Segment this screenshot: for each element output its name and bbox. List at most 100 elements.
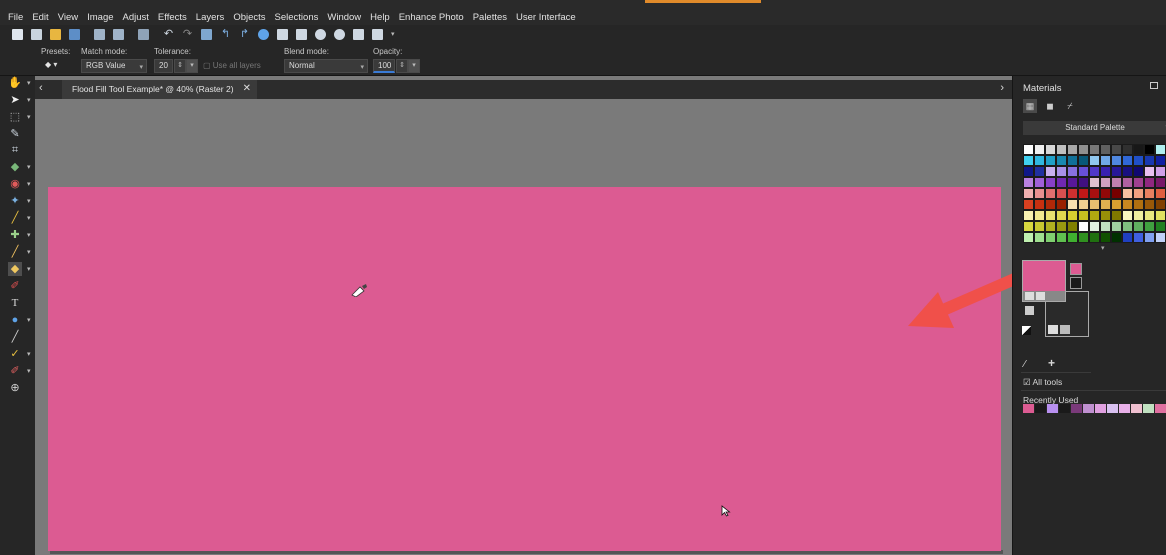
palette-swatch[interactable] <box>1144 166 1155 177</box>
palette-swatch[interactable] <box>1078 177 1089 188</box>
palette-swatch[interactable] <box>1067 210 1078 221</box>
palette-swatch[interactable] <box>1023 221 1034 232</box>
menu-palettes[interactable]: Palettes <box>473 12 507 23</box>
menu-user-interface[interactable]: User Interface <box>516 12 576 23</box>
palette-swatch[interactable] <box>1144 221 1155 232</box>
actual-size-icon[interactable] <box>353 28 364 40</box>
menu-view[interactable]: View <box>58 12 78 23</box>
palette-swatch[interactable] <box>1067 144 1078 155</box>
palette-swatch[interactable] <box>1122 166 1133 177</box>
recent-swatch[interactable] <box>1083 404 1094 413</box>
palette-swatch[interactable] <box>1045 221 1056 232</box>
recent-swatch[interactable] <box>1107 404 1118 413</box>
palette-swatch[interactable] <box>1122 232 1133 243</box>
palette-swatch[interactable] <box>1089 177 1100 188</box>
background-color-chip[interactable] <box>1070 277 1082 289</box>
palette-swatch[interactable] <box>1144 232 1155 243</box>
full-screen-icon[interactable] <box>296 28 307 40</box>
palette-swatch[interactable] <box>1078 210 1089 221</box>
straighten-tool-icon[interactable]: ◆ <box>8 160 22 174</box>
palette-swatch[interactable] <box>1056 221 1067 232</box>
all-tools-checkbox[interactable]: ☑ All tools <box>1023 377 1062 388</box>
palette-swatch[interactable] <box>1100 232 1111 243</box>
palette-swatch[interactable] <box>1089 199 1100 210</box>
palette-swatch[interactable] <box>1045 144 1056 155</box>
palette-swatch[interactable] <box>1111 144 1122 155</box>
palette-swatch[interactable] <box>1133 188 1144 199</box>
palette-swatch[interactable] <box>1067 177 1078 188</box>
recent-swatch[interactable] <box>1023 404 1034 413</box>
palette-swatch[interactable] <box>1056 177 1067 188</box>
pattern-icon[interactable] <box>1060 325 1070 334</box>
palette-swatch[interactable] <box>1089 188 1100 199</box>
menu-file[interactable]: File <box>8 12 23 23</box>
palette-swatch[interactable] <box>1155 155 1166 166</box>
palette-swatch[interactable] <box>1034 166 1045 177</box>
palette-swatch[interactable] <box>1122 221 1133 232</box>
menu-selections[interactable]: Selections <box>275 12 319 23</box>
palette-swatch[interactable] <box>1144 144 1155 155</box>
palette-swatch[interactable] <box>1144 210 1155 221</box>
palette-swatch[interactable] <box>1023 144 1034 155</box>
palette-swatch[interactable] <box>1111 188 1122 199</box>
palette-swatch[interactable] <box>1067 232 1078 243</box>
palette-swatch[interactable] <box>1078 166 1089 177</box>
palette-swatch[interactable] <box>1111 177 1122 188</box>
foreground-material-swatch[interactable] <box>1022 260 1066 302</box>
chevron-right-icon[interactable]: › <box>1000 82 1004 94</box>
palette-swatch[interactable] <box>1155 210 1166 221</box>
recent-swatch[interactable] <box>1095 404 1106 413</box>
palette-swatch[interactable] <box>1056 155 1067 166</box>
image-canvas[interactable] <box>48 187 1001 551</box>
palette-select[interactable]: Standard Palette ▾ <box>1023 121 1166 135</box>
recent-swatch[interactable] <box>1047 404 1058 413</box>
edit-material-icon[interactable]: ⁄ <box>1024 359 1026 370</box>
palette-swatch[interactable] <box>1122 199 1133 210</box>
presets-dropdown[interactable]: ◆ ▾ <box>41 59 68 73</box>
palette-swatch[interactable] <box>1122 155 1133 166</box>
pan-tool-icon[interactable]: ✋ <box>8 76 22 90</box>
opacity-stepper[interactable]: ⇕ <box>396 59 408 73</box>
warp-brush-icon[interactable]: ✚ <box>8 228 22 242</box>
open-folder-icon[interactable] <box>50 28 61 40</box>
eraser-tool-icon[interactable]: ✐ <box>8 364 22 378</box>
palette-swatch[interactable] <box>1111 221 1122 232</box>
palette-swatch[interactable] <box>1089 232 1100 243</box>
palette-swatch[interactable] <box>1100 199 1111 210</box>
crop-to-selection-icon[interactable] <box>201 28 212 40</box>
palette-swatch[interactable] <box>1144 188 1155 199</box>
palette-swatch[interactable] <box>1155 177 1166 188</box>
palette-swatch[interactable] <box>1023 199 1034 210</box>
browse-icon[interactable] <box>69 28 80 40</box>
pen-tool-icon[interactable]: ╱ <box>8 330 22 344</box>
recent-swatch[interactable] <box>1071 404 1082 413</box>
palette-swatch[interactable] <box>1045 188 1056 199</box>
add-tool-icon[interactable]: ⊕ <box>8 381 22 395</box>
palette-swatch[interactable] <box>1100 188 1111 199</box>
palette-swatch[interactable] <box>1056 188 1067 199</box>
dropdown-arrow-icon[interactable]: ▾ <box>391 29 402 40</box>
palette-swatch[interactable] <box>1089 155 1100 166</box>
palette-swatch[interactable] <box>1100 144 1111 155</box>
clone-brush-icon[interactable]: ✦ <box>8 194 22 208</box>
preset-shape-icon[interactable]: ● <box>8 313 22 327</box>
default-colors-icon[interactable] <box>1022 326 1031 335</box>
palette-swatch[interactable] <box>1023 177 1034 188</box>
chevron-left-icon[interactable]: ‹ <box>39 82 43 94</box>
close-icon[interactable]: ✕ <box>243 83 251 94</box>
swatches-tab-icon[interactable]: ▦ <box>1023 99 1037 113</box>
palette-swatch[interactable] <box>1045 199 1056 210</box>
tolerance-input[interactable]: 20 <box>154 59 173 73</box>
palette-swatch[interactable] <box>1133 155 1144 166</box>
palette-swatch[interactable] <box>1144 155 1155 166</box>
palette-swatch[interactable] <box>1122 210 1133 221</box>
palette-expand-icon[interactable]: ▾ <box>1101 244 1105 252</box>
menu-image[interactable]: Image <box>87 12 113 23</box>
crop-tool-icon[interactable]: ⌗ <box>8 143 22 157</box>
palette-swatch[interactable] <box>1067 188 1078 199</box>
palette-swatch[interactable] <box>1155 144 1166 155</box>
blend-mode-select[interactable]: Normal ▾ <box>284 59 368 73</box>
palette-swatch[interactable] <box>1078 221 1089 232</box>
palette-swatch[interactable] <box>1155 188 1166 199</box>
color-wheel-tab-icon[interactable]: ◼ <box>1043 99 1057 113</box>
